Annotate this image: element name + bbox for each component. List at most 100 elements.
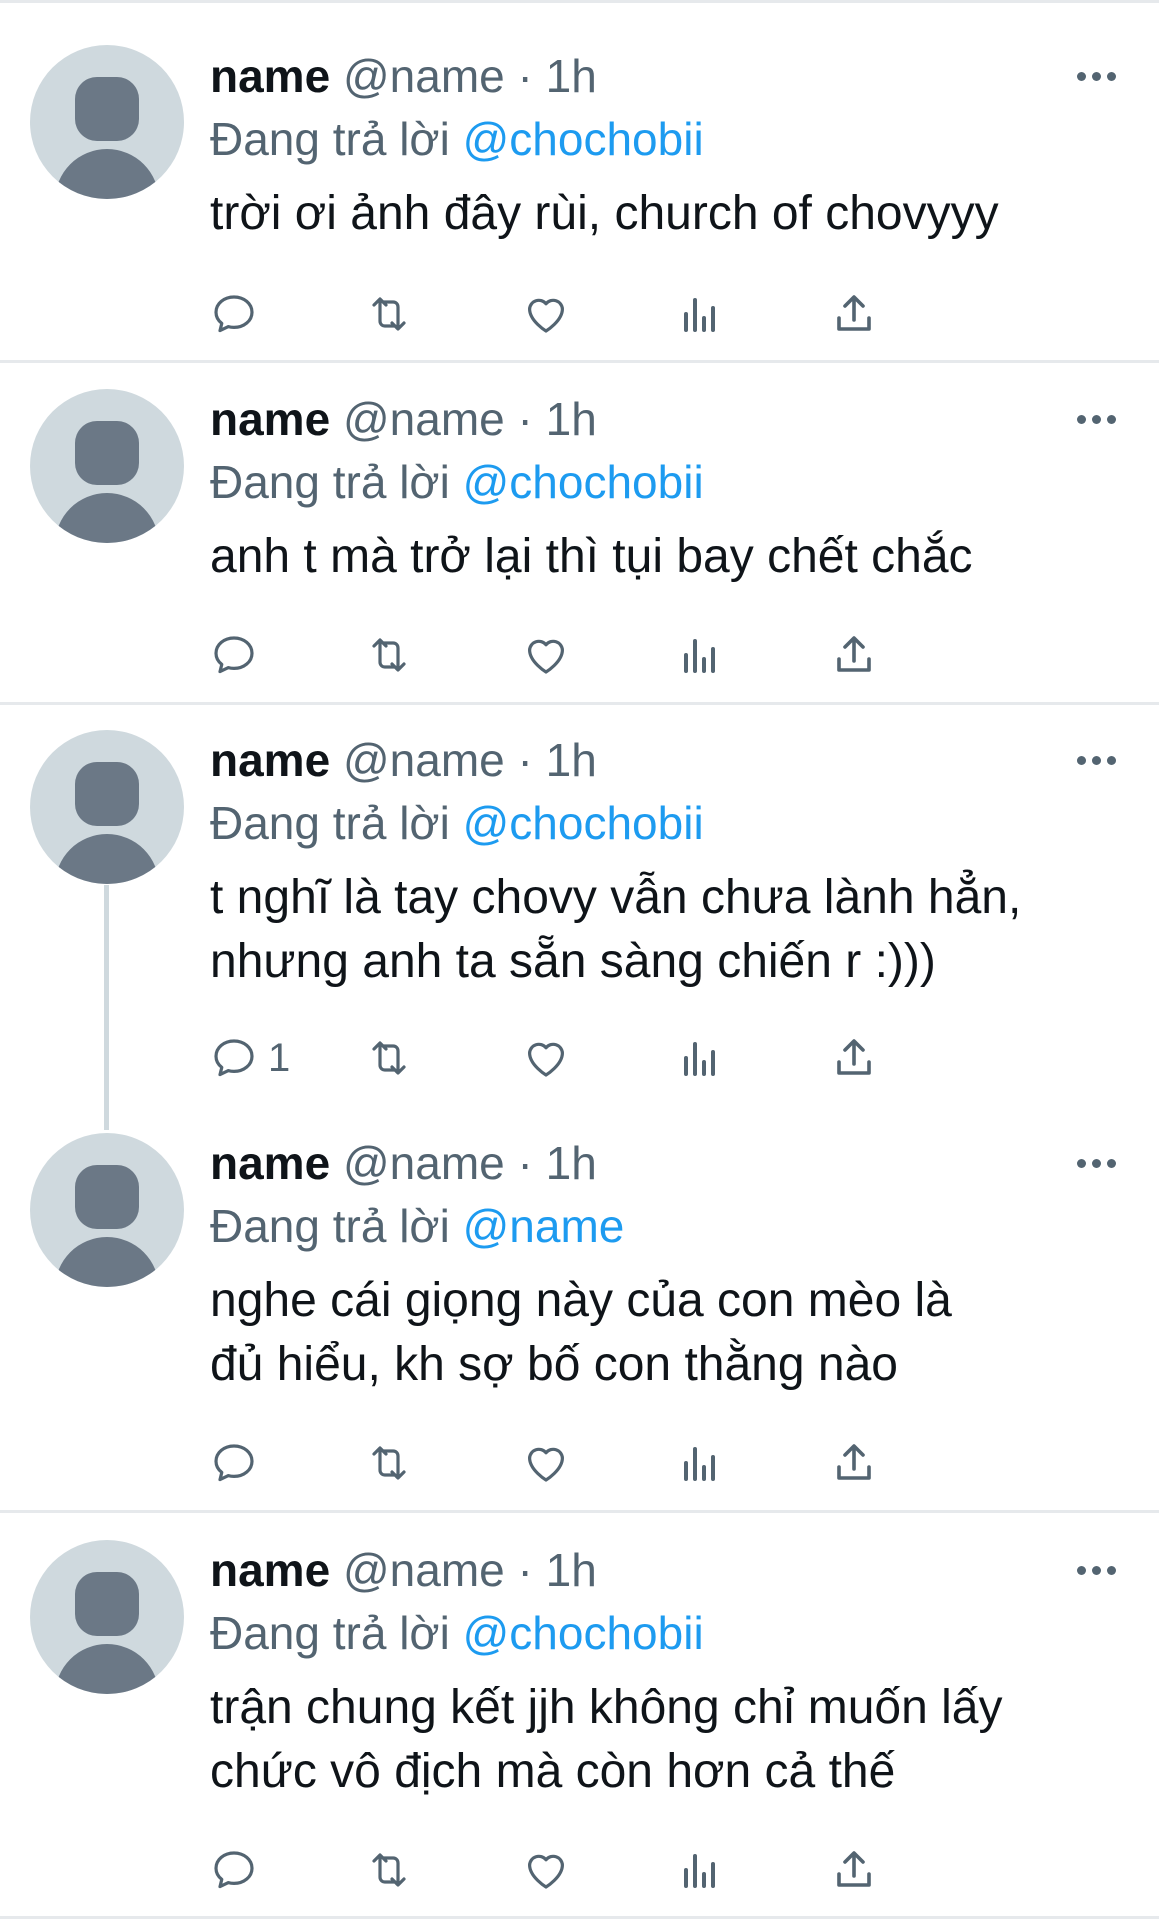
views-icon bbox=[684, 639, 715, 673]
retweet-icon bbox=[372, 638, 406, 672]
avatar-body bbox=[55, 1237, 159, 1287]
separator: · bbox=[517, 393, 533, 445]
mention-link[interactable]: @chochobii bbox=[463, 797, 704, 849]
like-button[interactable] bbox=[522, 284, 570, 344]
avatar[interactable] bbox=[30, 1540, 184, 1694]
share-button[interactable] bbox=[830, 1433, 878, 1493]
reply-button[interactable]: 1 bbox=[210, 1028, 290, 1088]
tweet-3[interactable]: name @name · 1h Đang trả lời @chochobii … bbox=[0, 705, 1159, 1125]
user-handle[interactable]: @name bbox=[343, 393, 505, 445]
reply-button[interactable] bbox=[210, 1840, 268, 1900]
views-button[interactable] bbox=[676, 284, 724, 344]
share-button[interactable] bbox=[830, 625, 878, 685]
replying-to: Đang trả lời @chochobii bbox=[210, 794, 1130, 852]
avatar-body bbox=[55, 834, 159, 884]
avatar[interactable] bbox=[30, 1133, 184, 1287]
reply-icon bbox=[214, 636, 254, 674]
heart-icon bbox=[528, 1854, 564, 1889]
avatar-head bbox=[75, 762, 139, 826]
views-icon bbox=[684, 1447, 715, 1481]
replying-to: Đang trả lời @chochobii bbox=[210, 453, 1130, 511]
mention-link[interactable]: @chochobii bbox=[463, 1607, 704, 1659]
user-handle[interactable]: @name bbox=[343, 1544, 505, 1596]
tweet-header: name @name · 1h bbox=[210, 391, 1130, 447]
avatar[interactable] bbox=[30, 389, 184, 543]
heart-icon bbox=[528, 1042, 564, 1077]
reply-button[interactable] bbox=[210, 1433, 268, 1493]
replying-to-label: Đang trả lời bbox=[210, 113, 450, 165]
tweet-content: name @name · 1h Đang trả lời @chochobii … bbox=[210, 732, 1130, 994]
timestamp[interactable]: 1h bbox=[546, 50, 597, 102]
like-button[interactable] bbox=[522, 625, 570, 685]
display-name[interactable]: name bbox=[210, 1137, 330, 1189]
tweet-actions bbox=[210, 1433, 1030, 1493]
reply-icon bbox=[214, 1039, 254, 1077]
tweet-5[interactable]: name @name · 1h Đang trả lời @chochobii … bbox=[0, 1513, 1159, 1920]
user-handle[interactable]: @name bbox=[343, 50, 505, 102]
reply-button[interactable] bbox=[210, 625, 268, 685]
tweet-content: name @name · 1h Đang trả lời @chochobii … bbox=[210, 1542, 1130, 1804]
retweet-button[interactable] bbox=[365, 1433, 413, 1493]
avatar[interactable] bbox=[30, 45, 184, 199]
tweet-header: name @name · 1h bbox=[210, 48, 1130, 104]
share-icon bbox=[837, 1851, 871, 1887]
retweet-button[interactable] bbox=[365, 625, 413, 685]
tweet-actions: 1 bbox=[210, 1028, 1030, 1088]
share-button[interactable] bbox=[830, 1028, 878, 1088]
like-button[interactable] bbox=[522, 1840, 570, 1900]
tweet-header: name @name · 1h bbox=[210, 732, 1130, 788]
replying-to: Đang trả lời @chochobii bbox=[210, 1604, 1130, 1662]
retweet-icon bbox=[372, 297, 406, 331]
user-handle[interactable]: @name bbox=[343, 1137, 505, 1189]
mention-link[interactable]: @chochobii bbox=[463, 113, 704, 165]
views-button[interactable] bbox=[676, 1840, 724, 1900]
views-icon bbox=[684, 298, 715, 332]
tweet-1[interactable]: name @name · 1h Đang trả lời @chochobii … bbox=[0, 0, 1159, 362]
tweet-text: nghe cái giọng này của con mèo là đủ hiể… bbox=[210, 1274, 952, 1391]
replying-to: Đang trả lời @name bbox=[210, 1197, 1130, 1255]
display-name[interactable]: name bbox=[210, 50, 330, 102]
timestamp[interactable]: 1h bbox=[546, 1137, 597, 1189]
avatar[interactable] bbox=[30, 730, 184, 884]
share-icon bbox=[837, 295, 871, 331]
replying-to-label: Đang trả lời bbox=[210, 1200, 450, 1252]
tweet-header: name @name · 1h bbox=[210, 1135, 1130, 1191]
avatar-body bbox=[55, 493, 159, 543]
avatar-body bbox=[55, 1644, 159, 1694]
tweet-header: name @name · 1h bbox=[210, 1542, 1130, 1598]
share-icon bbox=[837, 1039, 871, 1075]
like-button[interactable] bbox=[522, 1028, 570, 1088]
mention-link[interactable]: @chochobii bbox=[463, 456, 704, 508]
views-button[interactable] bbox=[676, 625, 724, 685]
separator: · bbox=[517, 1544, 533, 1596]
timestamp[interactable]: 1h bbox=[546, 1544, 597, 1596]
share-button[interactable] bbox=[830, 1840, 878, 1900]
mention-link[interactable]: @name bbox=[463, 1200, 625, 1252]
reply-count: 1 bbox=[268, 1035, 291, 1080]
heart-icon bbox=[528, 1447, 564, 1482]
tweet-text: anh t mà trở lại thì tụi bay chết chắc bbox=[210, 530, 973, 583]
share-icon bbox=[837, 636, 871, 672]
replying-to-label: Đang trả lời bbox=[210, 456, 450, 508]
display-name[interactable]: name bbox=[210, 1544, 330, 1596]
retweet-button[interactable] bbox=[365, 284, 413, 344]
retweet-button[interactable] bbox=[365, 1028, 413, 1088]
reply-icon bbox=[214, 1444, 254, 1482]
like-button[interactable] bbox=[522, 1433, 570, 1493]
separator: · bbox=[517, 50, 533, 102]
reply-button[interactable] bbox=[210, 284, 268, 344]
tweet-4[interactable]: name @name · 1h Đang trả lời @name nghe … bbox=[0, 1125, 1159, 1510]
tweet-2[interactable]: name @name · 1h Đang trả lời @chochobii … bbox=[0, 363, 1159, 703]
timestamp[interactable]: 1h bbox=[546, 734, 597, 786]
timestamp[interactable]: 1h bbox=[546, 393, 597, 445]
reply-icon bbox=[214, 1851, 254, 1889]
display-name[interactable]: name bbox=[210, 734, 330, 786]
avatar-body bbox=[55, 149, 159, 199]
retweet-icon bbox=[372, 1853, 406, 1887]
views-button[interactable] bbox=[676, 1433, 724, 1493]
user-handle[interactable]: @name bbox=[343, 734, 505, 786]
share-button[interactable] bbox=[830, 284, 878, 344]
retweet-button[interactable] bbox=[365, 1840, 413, 1900]
views-button[interactable] bbox=[676, 1028, 724, 1088]
display-name[interactable]: name bbox=[210, 393, 330, 445]
